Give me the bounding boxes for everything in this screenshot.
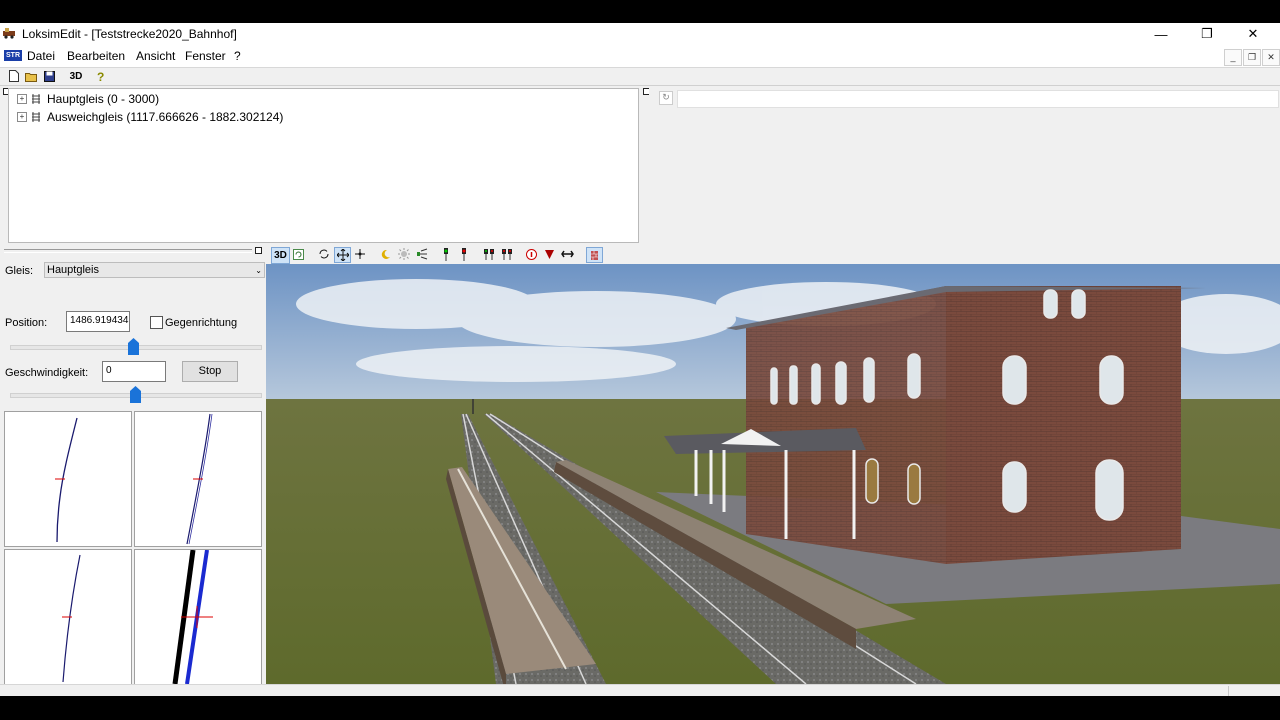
svg-text:?: ?	[97, 70, 104, 83]
menu-datei[interactable]: Datei	[27, 49, 55, 63]
track-zoom-graphic	[172, 549, 213, 685]
locomotive-icon	[3, 28, 15, 39]
track-view-bottom-left[interactable]	[4, 549, 132, 685]
rotate-icon[interactable]	[316, 247, 331, 261]
3d-view-toolbar: 3D	[266, 245, 1280, 264]
gleis-label: Gleis:	[5, 265, 34, 277]
station-building-main	[946, 286, 1181, 564]
gleis-select-value: Hauptgleis	[47, 264, 99, 276]
3d-mode-toggle[interactable]: 3D	[271, 247, 290, 264]
menu-help[interactable]: ?	[234, 49, 241, 63]
close-button[interactable]: ✕	[1230, 23, 1276, 45]
properties-input[interactable]	[677, 90, 1279, 108]
document-logo-icon[interactable]: STR	[4, 50, 22, 61]
open-folder-icon[interactable]	[24, 69, 39, 83]
tree-item-label: Ausweichgleis (1117.666626 - 1882.302124…	[47, 110, 284, 124]
speed-slider-thumb[interactable]	[130, 386, 141, 403]
speed-label: Geschwindigkeit:	[5, 367, 89, 379]
help-icon[interactable]: ?	[93, 69, 108, 83]
track-icon	[32, 112, 40, 122]
panel-pin-icon[interactable]	[255, 247, 262, 254]
reload-icon[interactable]	[291, 247, 306, 261]
expand-icon[interactable]: +	[17, 94, 27, 104]
3d-view-button[interactable]: 3D	[66, 69, 86, 83]
signal-group-green-icon[interactable]	[481, 247, 496, 261]
3d-scene-viewport[interactable]	[266, 264, 1280, 684]
menu-bar: STR Datei Bearbeiten Ansicht Fenster ? _…	[0, 45, 1280, 68]
track-view-bottom-right[interactable]	[134, 549, 262, 685]
move-icon[interactable]	[334, 247, 351, 263]
menu-ansicht[interactable]: Ansicht	[136, 49, 175, 63]
track-curve-graphic	[62, 554, 81, 683]
mdi-close-button[interactable]: ✕	[1262, 49, 1280, 66]
properties-panel: ↻	[649, 88, 1280, 243]
track-view-top-left[interactable]	[4, 411, 132, 547]
mdi-minimize-button[interactable]: _	[1224, 49, 1242, 66]
loksim-edit-window: LoksimEdit - [Teststrecke2020_Bahnhof] —…	[0, 23, 1280, 696]
signal-green-icon[interactable]	[438, 247, 453, 261]
tree-item-hauptgleis[interactable]: + Hauptgleis (0 - 3000)	[17, 91, 159, 107]
expand-icon[interactable]: +	[17, 112, 27, 122]
signal-red-icon[interactable]	[456, 247, 471, 261]
night-icon[interactable]	[378, 247, 393, 261]
signal-group-red-icon[interactable]	[499, 247, 514, 261]
info-icon[interactable]	[524, 247, 539, 261]
pan-icon[interactable]	[352, 247, 367, 261]
save-icon[interactable]	[42, 69, 57, 83]
track-tree: + Hauptgleis (0 - 3000) + Ausweichgleis …	[8, 88, 639, 243]
minimize-button[interactable]: —	[1138, 23, 1184, 45]
title-bar: LoksimEdit - [Teststrecke2020_Bahnhof] —…	[0, 23, 1280, 45]
speed-input[interactable]: 0	[102, 361, 166, 382]
gleis-select[interactable]: Hauptgleis ⌄	[44, 262, 265, 278]
wall-icon[interactable]	[586, 247, 603, 263]
new-file-icon[interactable]	[6, 69, 21, 83]
position-slider-thumb[interactable]	[128, 338, 139, 355]
control-panel: Gleis: Hauptgleis ⌄ Position: 1486.91943…	[0, 245, 266, 696]
window-title: LoksimEdit - [Teststrecke2020_Bahnhof]	[22, 27, 237, 41]
status-bar	[0, 684, 1280, 696]
position-input[interactable]: 1486.919434	[66, 311, 130, 332]
station-building-side	[746, 286, 946, 564]
gegenrichtung-checkbox[interactable]	[150, 316, 163, 329]
status-divider	[1228, 686, 1229, 696]
mdi-restore-button[interactable]: ❐	[1243, 49, 1261, 66]
track-view-top-right[interactable]	[134, 411, 262, 547]
tree-item-ausweichgleis[interactable]: + Ausweichgleis (1117.666626 - 1882.3021…	[17, 109, 283, 125]
panel-grip	[4, 249, 252, 253]
light-beam-icon[interactable]	[414, 247, 429, 261]
track-curve-graphic	[55, 417, 78, 543]
gegenrichtung-label: Gegenrichtung	[165, 317, 238, 329]
maximize-button[interactable]: ❐	[1184, 23, 1230, 45]
menu-bearbeiten[interactable]: Bearbeiten	[67, 49, 125, 63]
train-icon[interactable]	[560, 247, 575, 261]
track-icon	[32, 94, 40, 104]
chevron-down-icon: ⌄	[255, 266, 262, 275]
position-label: Position:	[5, 317, 48, 329]
stop-button[interactable]: Stop	[182, 361, 238, 382]
marker-icon[interactable]	[542, 247, 557, 261]
menu-fenster[interactable]: Fenster	[185, 49, 226, 63]
tree-item-label: Hauptgleis (0 - 3000)	[47, 92, 160, 106]
main-toolbar: 3D ?	[0, 68, 1280, 86]
sun-icon[interactable]	[396, 247, 411, 261]
refresh-icon[interactable]: ↻	[659, 91, 673, 105]
track-curve-graphic	[186, 413, 213, 545]
